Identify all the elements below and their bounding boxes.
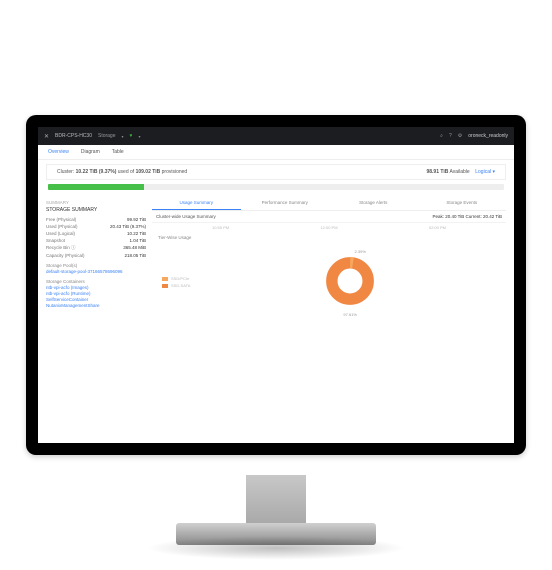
pools-header: Storage Pool(s) (46, 263, 146, 268)
tab-overview[interactable]: Overview (48, 149, 69, 155)
tier-usage-chart: SSD/PCIe SSD-SATA 2.39% 97.61% (152, 243, 506, 321)
pct-small: 2.39% (355, 249, 366, 254)
legend-swatch (162, 277, 168, 281)
tab-usage-summary[interactable]: Usage Summary (152, 196, 241, 210)
donut-chart (326, 257, 374, 307)
summary-tabs: Usage Summary Performance Summary Storag… (152, 196, 506, 211)
gear-icon[interactable]: ⚙ (458, 133, 462, 139)
container-link[interactable]: SelfServiceContainer (46, 297, 146, 302)
cluster-name: BDR-CPS-HC30 (55, 133, 92, 139)
storage-summary-title: STORAGE SUMMARY (46, 207, 146, 213)
subheader-right: Peak: 20.40 TiB Current: 20.42 TiB (432, 214, 502, 219)
container-link[interactable]: ntb-vpi-acfo (Images) (46, 285, 146, 290)
chevron-down-icon[interactable]: ▾ (122, 134, 124, 139)
section-label[interactable]: Storage (98, 133, 116, 139)
container-link[interactable]: NutanixManagementShare (46, 303, 146, 308)
containers-header: Storage Containers (46, 279, 146, 284)
titlebar: ✕ BDR-CPS-HC30 Storage ▾ ♥ ▾ ⌕ ? ⚙ orone… (38, 127, 514, 145)
cluster-total: 109.02 TiB (136, 169, 161, 175)
tab-diagram[interactable]: Diagram (81, 149, 100, 155)
view-tabs: Overview Diagram Table (38, 145, 514, 160)
close-icon[interactable]: ✕ (44, 133, 49, 140)
cluster-available: 98.91 TiB (426, 169, 448, 175)
usage-bar-fill (48, 184, 144, 190)
cluster-used: 10.22 TiB (9.37%) (76, 169, 117, 175)
tab-table[interactable]: Table (112, 149, 124, 155)
cluster-usage-row: Cluster: 10.22 TiB (9.37%) used of 109.0… (46, 164, 506, 180)
logical-toggle[interactable]: Logical (475, 169, 491, 175)
time-axis: 10:55 PM 12:00 PM 02:00 PM (152, 223, 506, 232)
app-screen: ✕ BDR-CPS-HC30 Storage ▾ ♥ ▾ ⌕ ? ⚙ orone… (38, 127, 514, 443)
chevron-down-icon[interactable]: ▾ (492, 169, 495, 175)
sidebar-summary-hdr: Summary (46, 200, 146, 205)
sidebar: Summary STORAGE SUMMARY Free (Physical)9… (46, 196, 146, 321)
stat-row: Used (Logical)10.22 TiB (46, 231, 146, 236)
cluster-label: Cluster: (57, 169, 74, 175)
user-label[interactable]: oroneck_readonly (468, 133, 508, 139)
pct-large: 97.61% (343, 312, 357, 317)
chevron-down-icon[interactable]: ▾ (138, 134, 140, 139)
subheader-left: Cluster-wide Usage Summary (156, 214, 216, 219)
cluster-wide-row: Cluster-wide Usage Summary Peak: 20.40 T… (152, 211, 506, 223)
pool-link[interactable]: default-storage-pool-37166578696096 (46, 269, 146, 274)
container-link[interactable]: ntb-vpi-acfo (Runtime) (46, 291, 146, 296)
search-icon[interactable]: ⌕ (440, 133, 443, 139)
stat-row: Used (Physical)20.43 TiB (9.37%) (46, 224, 146, 229)
tab-storage-alerts[interactable]: Storage Alerts (329, 196, 418, 210)
tier-usage-title: Tier-Wise Usage (158, 235, 500, 240)
usage-bar (48, 184, 504, 190)
tab-perf-summary[interactable]: Performance Summary (241, 196, 330, 210)
stat-row: Recycle Bin ⓘ365.48 MiB (46, 245, 146, 251)
main-panel: Usage Summary Performance Summary Storag… (152, 196, 506, 321)
heart-icon[interactable]: ♥ (130, 133, 133, 139)
stat-row: Capacity (Physical)218.05 TiB (46, 253, 146, 258)
stat-row: Free (Physical)99.92 TiB (46, 217, 146, 222)
stat-row: Snapshot1.04 TiB (46, 238, 146, 243)
legend-swatch (162, 284, 168, 288)
help-icon[interactable]: ? (449, 133, 452, 139)
chart-legend: SSD/PCIe SSD-SATA (162, 276, 190, 288)
tab-storage-events[interactable]: Storage Events (418, 196, 507, 210)
